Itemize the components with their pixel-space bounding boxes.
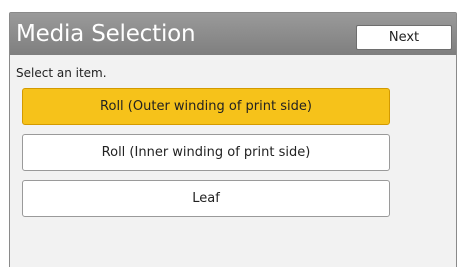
header-bar: Media Selection Next — [10, 13, 456, 55]
option-leaf[interactable]: Leaf — [22, 180, 390, 217]
media-selection-window: Media Selection Next Select an item. Rol… — [9, 12, 457, 267]
page-title: Media Selection — [16, 21, 196, 47]
next-button[interactable]: Next — [356, 25, 452, 50]
option-roll-inner-winding[interactable]: Roll (Inner winding of print side) — [22, 134, 390, 171]
instruction-text: Select an item. — [16, 66, 107, 80]
option-roll-outer-winding[interactable]: Roll (Outer winding of print side) — [22, 88, 390, 125]
